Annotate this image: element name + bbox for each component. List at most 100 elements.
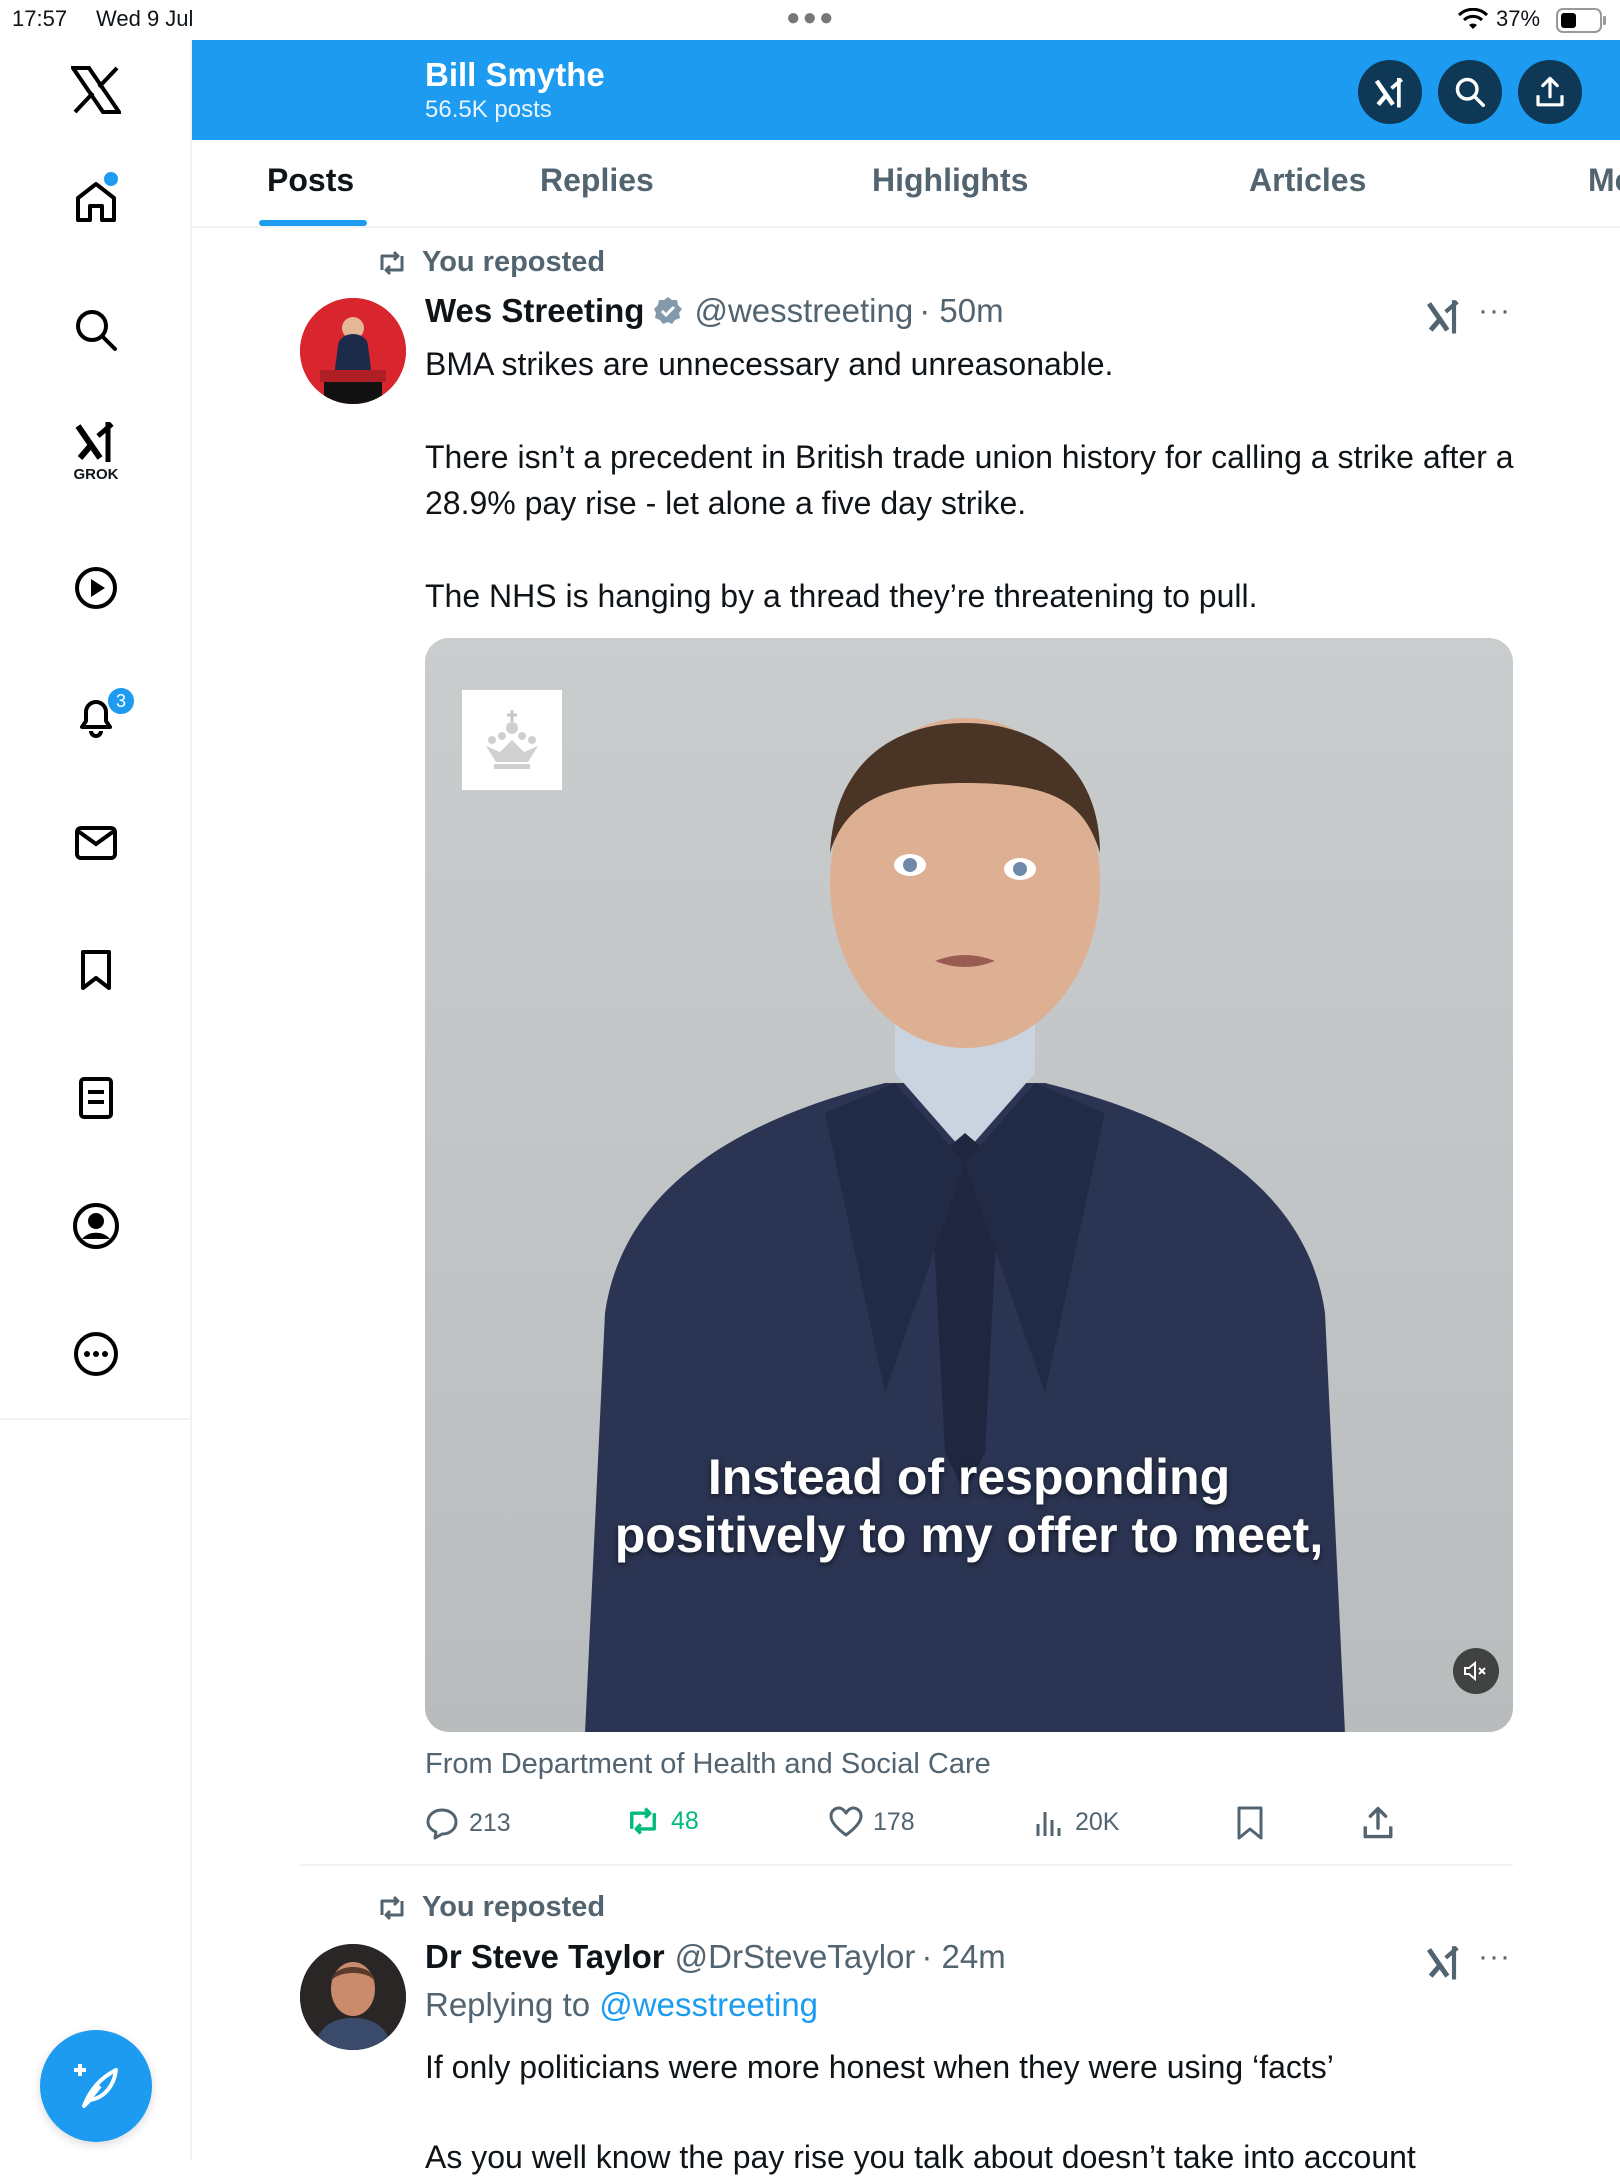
video-caption-line: Instead of responding (707, 1449, 1231, 1505)
post-more-icon[interactable]: ··· (1478, 1940, 1511, 1974)
author-name[interactable]: Dr Steve Taylor (425, 1938, 665, 1976)
repost-label: You reposted (422, 1891, 606, 1923)
compose-button[interactable] (40, 2030, 152, 2142)
header-search-button[interactable] (1438, 60, 1502, 124)
search-icon (76, 310, 117, 351)
reply-action[interactable]: 213 (425, 1806, 511, 1840)
x-logo[interactable] (48, 50, 144, 130)
x-logo-icon (71, 66, 121, 114)
post-text-line: As you well know the pay rise you talk a… (425, 2139, 1416, 2175)
status-bar: 17:57 Wed 9 Jul ●●● 37% (0, 0, 1620, 40)
views-count: 20K (1075, 1807, 1120, 1836)
bookmark-icon (1237, 1806, 1263, 1840)
more-circle-icon (74, 1332, 118, 1376)
bookmark-action[interactable] (1235, 1806, 1265, 1840)
status-time: 17:57 (12, 6, 68, 31)
status-date: Wed 9 Jul (96, 6, 194, 31)
multitasking-dots-icon[interactable]: ●●● (786, 4, 836, 32)
grok-explain-icon[interactable] (1424, 1942, 1464, 1982)
sidebar-item-bookmarks[interactable] (48, 930, 144, 1010)
share-icon (1536, 76, 1564, 107)
grok-button[interactable] (1358, 60, 1422, 124)
profile-header: Bill Smythe 56.5K posts (192, 40, 1620, 140)
mail-icon (75, 826, 117, 860)
author-name[interactable]: Wes Streeting (425, 292, 644, 330)
post-text-line: The NHS is hanging by a thread they’re t… (425, 578, 1258, 614)
avatar[interactable] (300, 298, 406, 404)
post-text-line: If only politicians were more honest whe… (425, 2049, 1334, 2085)
government-crest-logo (462, 690, 562, 790)
muted-speaker-icon (1464, 1660, 1486, 1682)
crown-icon (486, 710, 538, 769)
wifi-icon (1458, 8, 1488, 29)
author-handle[interactable]: @wesstreeting (694, 292, 913, 330)
sidebar-item-profile[interactable] (48, 1186, 144, 1266)
post-divider (300, 1864, 1513, 1866)
reply-icon (426, 1808, 458, 1840)
sidebar-item-search[interactable] (48, 290, 144, 370)
tab-articles[interactable]: Articles (1249, 162, 1366, 199)
replying-to-prefix: Replying to (425, 1986, 591, 2023)
home-unread-dot (104, 172, 118, 186)
post-video[interactable]: Instead of responding positively to my o… (425, 638, 1513, 1732)
sidebar-separator (0, 1418, 192, 1420)
repost-indicator: You reposted (376, 246, 605, 279)
verified-badge-icon (654, 297, 683, 324)
share-action[interactable] (1361, 1806, 1395, 1840)
battery-icon (1556, 8, 1606, 33)
sidebar-item-lists[interactable] (48, 1058, 144, 1138)
replying-to-handle[interactable]: @wesstreeting (599, 1986, 818, 2023)
video-caption: Instead of responding positively to my o… (425, 1448, 1513, 1564)
avatar[interactable] (300, 1944, 406, 2050)
sidebar-item-home[interactable] (48, 162, 144, 242)
search-icon (1455, 77, 1485, 107)
tab-highlights[interactable]: Highlights (872, 162, 1028, 199)
repost-icon (380, 1895, 404, 1920)
post-text-line: BMA strikes are unnecessary and unreason… (425, 346, 1114, 382)
post-header: Dr Steve Taylor @DrSteveTaylor · 24m (425, 1938, 1006, 1976)
video-speaker-figure (585, 718, 1345, 1732)
header-share-button[interactable] (1518, 60, 1582, 124)
profile-post-count: 56.5K posts (425, 96, 552, 123)
compose-feather-icon (74, 2064, 118, 2108)
grok-label: GROK (73, 465, 119, 483)
sidebar-item-grok[interactable]: GROK (48, 410, 144, 490)
sidebar-item-more[interactable] (48, 1314, 144, 1394)
avatar-image (300, 1944, 406, 2050)
active-tab-indicator (259, 220, 367, 226)
tab-replies[interactable]: Replies (540, 162, 654, 199)
bookmark-icon (81, 950, 111, 990)
reply-count: 213 (469, 1808, 511, 1837)
repost-count: 48 (671, 1806, 699, 1835)
repost-label: You reposted (422, 246, 606, 278)
views-action[interactable]: 20K (1033, 1806, 1119, 1838)
repost-indicator: You reposted (376, 1891, 605, 1924)
share-icon (1363, 1806, 1393, 1839)
repost-action[interactable]: 48 (625, 1806, 699, 1836)
post-time: · 50m (919, 292, 1004, 329)
list-icon (79, 1077, 113, 1119)
post-time: · 24m (921, 1938, 1006, 1975)
battery-percent: 37% (1496, 6, 1541, 31)
author-handle[interactable]: @DrSteveTaylor (675, 1938, 916, 1976)
views-chart-icon (1036, 1812, 1061, 1836)
post-more-icon[interactable]: ··· (1478, 294, 1511, 328)
like-action[interactable]: 178 (829, 1806, 915, 1838)
profile-tabs: Posts Replies Highlights Articles Media (192, 140, 1620, 228)
sidebar-item-video[interactable] (48, 548, 144, 628)
mute-button[interactable] (1453, 1648, 1499, 1694)
notifications-badge: 3 (106, 686, 136, 716)
repost-icon (380, 250, 404, 275)
sidebar: GROK 3 (0, 40, 192, 2160)
tab-posts[interactable]: Posts (267, 162, 354, 199)
post-actions: 213 48 178 20K (425, 1806, 1525, 1852)
sidebar-item-messages[interactable] (48, 802, 144, 882)
profile-icon (73, 1203, 119, 1249)
media-source[interactable]: From Department of Health and Social Car… (425, 1748, 991, 1781)
avatar-image (300, 298, 406, 404)
repost-icon (630, 1807, 656, 1835)
heart-icon (829, 1806, 863, 1837)
grok-icon (1374, 77, 1404, 108)
tab-media[interactable]: Media (1588, 162, 1620, 199)
grok-explain-icon[interactable] (1424, 296, 1464, 336)
